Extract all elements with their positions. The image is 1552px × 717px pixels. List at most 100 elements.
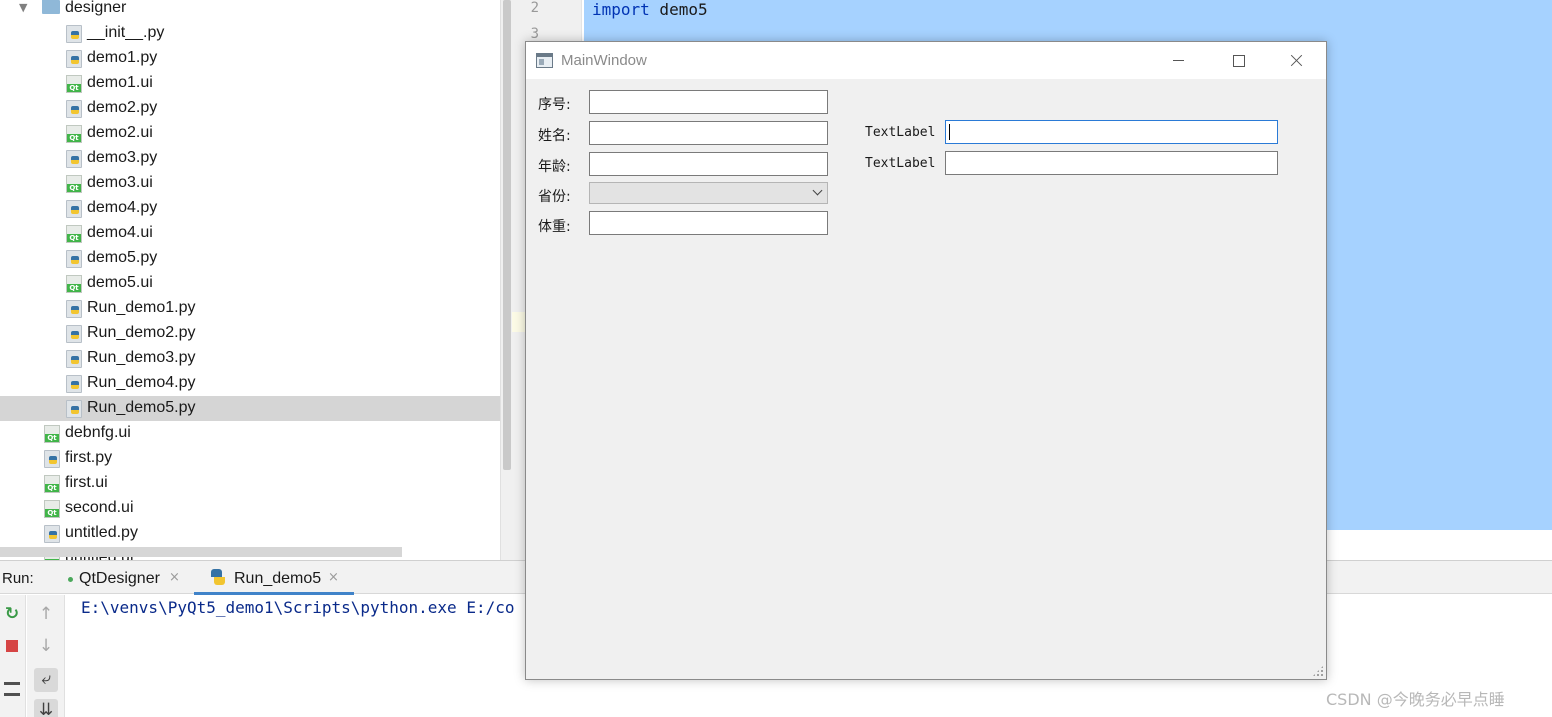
- tree-item-label: untitled.py: [65, 524, 138, 541]
- tree-item[interactable]: demo2.py: [0, 96, 500, 121]
- tree-item[interactable]: untitled.py: [0, 521, 500, 546]
- tab-run-demo5[interactable]: Run_demo5 ×: [194, 561, 354, 595]
- ide-screen: ▼ designer __init__.py demo1.py demo1.ui de…: [0, 0, 1552, 717]
- tree-item[interactable]: demo5.py: [0, 246, 500, 271]
- serial-input[interactable]: [589, 90, 828, 114]
- run-toolbar-left: ↻: [0, 595, 26, 717]
- tree-item[interactable]: Run_demo5.py: [0, 396, 500, 421]
- line-number: 2: [530, 0, 539, 16]
- tab-qtdesigner[interactable]: QtDesigner ×: [60, 561, 188, 594]
- tree-item[interactable]: demo2.ui: [0, 121, 500, 146]
- tree-item-label: demo2.ui: [87, 124, 153, 141]
- python-icon: [210, 569, 226, 585]
- tree-item[interactable]: demo3.py: [0, 146, 500, 171]
- qt-ui-file-icon: [44, 425, 60, 443]
- name-input[interactable]: [589, 121, 828, 145]
- close-icon[interactable]: ×: [328, 570, 339, 585]
- project-tree-panel: ▼ designer __init__.py demo1.py demo1.ui de…: [0, 0, 500, 560]
- python-file-icon: [66, 200, 82, 218]
- tree-item[interactable]: demo1.py: [0, 46, 500, 71]
- qt-ui-file-icon: [44, 500, 60, 518]
- code-keyword: import: [592, 0, 650, 19]
- tree-item-label: demo5.py: [87, 249, 158, 266]
- close-icon[interactable]: ×: [169, 570, 180, 585]
- tree-item[interactable]: demo3.ui: [0, 171, 500, 196]
- tree-horizontal-scrollbar[interactable]: [0, 547, 402, 557]
- tree-item-label: Run_demo2.py: [87, 324, 196, 341]
- layout-icon[interactable]: [1, 675, 23, 697]
- up-arrow-icon[interactable]: ↑: [35, 603, 57, 625]
- age-input[interactable]: [589, 152, 828, 176]
- tree-item-label: demo1.py: [87, 49, 158, 66]
- minimize-button[interactable]: [1156, 48, 1202, 74]
- tree-item[interactable]: first.ui: [0, 471, 500, 496]
- code-line[interactable]: import demo5: [592, 0, 708, 19]
- python-file-icon: [66, 100, 82, 118]
- down-arrow-icon[interactable]: ↓: [35, 635, 57, 657]
- maximize-button[interactable]: [1215, 48, 1261, 74]
- collapse-arrow-icon[interactable]: ▼: [19, 1, 27, 14]
- province-label: 省份:: [538, 189, 571, 205]
- tree-item-label: demo4.ui: [87, 224, 153, 241]
- qt-ui-file-icon: [44, 475, 60, 493]
- qt-ui-file-icon: [66, 175, 82, 193]
- tab-label: Run_demo5: [234, 570, 322, 587]
- province-combobox[interactable]: [589, 182, 828, 204]
- tree-item-label: demo1.ui: [87, 74, 153, 91]
- python-file-icon: [66, 150, 82, 168]
- tree-item[interactable]: Run_demo1.py: [0, 296, 500, 321]
- tree-item-label: demo3.py: [87, 149, 158, 166]
- stop-icon[interactable]: [1, 635, 23, 657]
- tree-item-label: designer: [65, 0, 127, 16]
- window-titlebar[interactable]: MainWindow: [526, 42, 1326, 79]
- python-file-icon: [66, 325, 82, 343]
- weight-input[interactable]: [589, 211, 828, 235]
- tree-item[interactable]: second.ui: [0, 496, 500, 521]
- scrollbar-thumb[interactable]: [503, 0, 511, 470]
- text-input-1[interactable]: [945, 120, 1278, 144]
- tree-item[interactable]: demo1.ui: [0, 71, 500, 96]
- python-file-icon: [66, 250, 82, 268]
- qt-ui-file-icon: [66, 75, 82, 93]
- python-file-icon: [44, 525, 60, 543]
- tree-item[interactable]: demo5.ui: [0, 271, 500, 296]
- tree-item-label: debnfg.ui: [65, 424, 131, 441]
- tab-label: QtDesigner: [79, 570, 160, 587]
- scroll-to-end-icon[interactable]: ⇊: [34, 699, 58, 717]
- weight-label: 体重:: [538, 219, 571, 235]
- serial-label: 序号:: [538, 97, 571, 113]
- tree-item[interactable]: Run_demo3.py: [0, 346, 500, 371]
- python-file-icon: [44, 450, 60, 468]
- console-output-line[interactable]: E:\venvs\PyQt5_demo1\Scripts\python.exe …: [81, 598, 514, 617]
- tree-item-label: first.py: [65, 449, 113, 466]
- tree-vertical-scrollbar[interactable]: [500, 0, 512, 560]
- tree-item-label: demo5.ui: [87, 274, 153, 291]
- tree-item[interactable]: Run_demo2.py: [0, 321, 500, 346]
- soft-wrap-icon[interactable]: ⤶: [34, 668, 58, 692]
- tree-item[interactable]: demo4.py: [0, 196, 500, 221]
- age-label: 年龄:: [538, 159, 571, 175]
- python-file-icon: [66, 375, 82, 393]
- python-file-icon: [66, 350, 82, 368]
- tree-item[interactable]: debnfg.ui: [0, 421, 500, 446]
- window-title: MainWindow: [561, 52, 647, 69]
- tree-item[interactable]: __init__.py: [0, 21, 500, 46]
- tree-item[interactable]: first.py: [0, 446, 500, 471]
- python-file-icon: [66, 50, 82, 68]
- tree-item[interactable]: Run_demo4.py: [0, 371, 500, 396]
- text-input-2[interactable]: [945, 151, 1278, 175]
- tree-folder-designer[interactable]: ▼ designer: [0, 0, 500, 21]
- tree-item-label: demo2.py: [87, 99, 158, 116]
- tree-item[interactable]: demo4.ui: [0, 221, 500, 246]
- run-toolbar-right: ↑ ↓ ⤶ ⇊: [27, 595, 65, 717]
- close-window-button[interactable]: [1273, 48, 1319, 74]
- tree-item-label: demo4.py: [87, 199, 158, 216]
- name-label: 姓名:: [538, 128, 571, 144]
- resize-grip[interactable]: [1312, 665, 1324, 677]
- tree-item-label: Run_demo1.py: [87, 299, 196, 316]
- run-label: Run:: [2, 570, 34, 587]
- text-label-2: TextLabel: [865, 156, 936, 171]
- rerun-icon[interactable]: ↻: [1, 603, 23, 625]
- app-window-icon: [536, 53, 553, 68]
- chevron-down-icon: [812, 186, 822, 196]
